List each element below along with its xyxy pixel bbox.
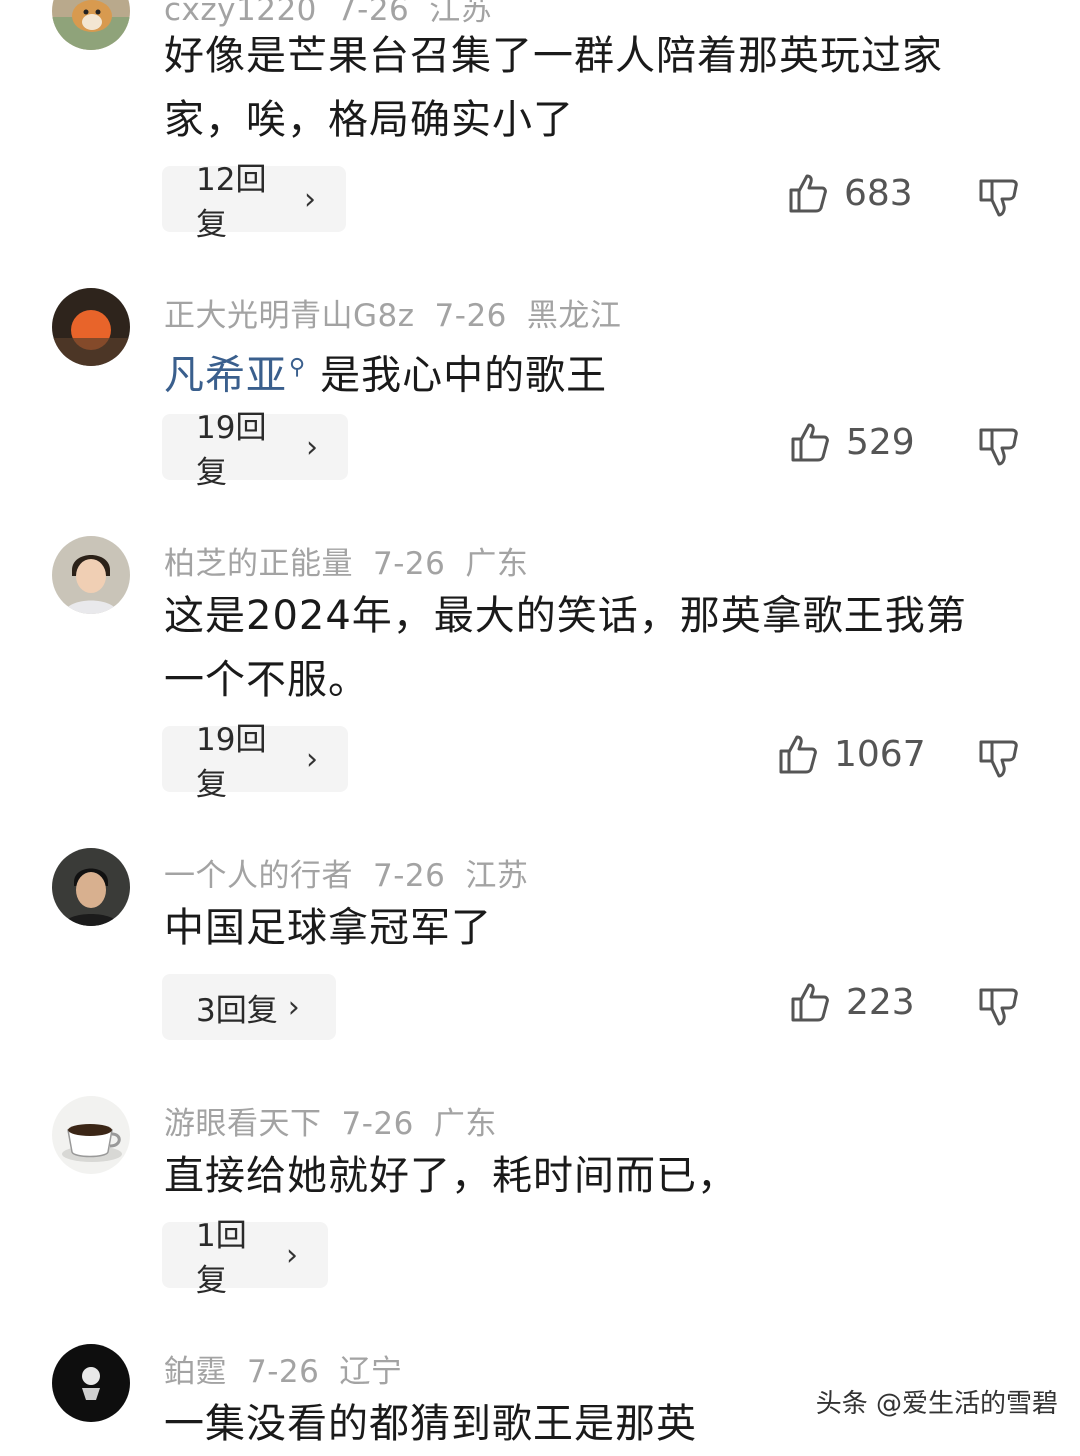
reply-button[interactable]: 1回复 › [162,1218,328,1299]
comment-date: 7-26 [373,858,446,894]
thumbs-down-icon [979,428,1018,466]
reply-button[interactable]: 19回复 › [162,722,348,803]
like-count: 223 [846,981,915,1023]
user-avatar[interactable] [52,536,130,614]
thumbs-up-icon [779,735,817,774]
reply-count: 19回复 [196,410,267,491]
comment-location: 广东 [465,546,529,582]
thumbs-down-icon [979,179,1018,217]
dislike-button[interactable] [978,178,1020,222]
comment-username[interactable]: 柏芝的正能量 [164,546,353,582]
comment-meta: 一个人的行者 7-26 江苏 [164,850,548,895]
comment-meta: 鉑霆 7-26 辽宁 [164,1346,422,1391]
comment-date: 7-26 [434,298,507,334]
comment-meta: 柏芝的正能量 7-26 广东 [164,538,548,583]
dislike-button[interactable] [978,427,1020,471]
comment-username[interactable]: 游眼看天下 [164,1106,322,1142]
comment-text: 这是2024年，最大的笑话，那英拿歌王我第 一个不服。 [164,584,1024,712]
user-avatar[interactable] [52,0,130,50]
comment-text-line: 是我心中的歌王 [320,352,608,399]
comment-text-line: 中国足球拿冠军了 [164,905,492,951]
reply-count: 19回复 [196,722,267,803]
reply-count: 3回复 [196,992,278,1029]
thumbs-up-icon [791,423,829,462]
comment-location: 江苏 [465,858,529,894]
user-avatar[interactable] [52,848,130,926]
like-button[interactable]: 1067 [778,733,926,775]
user-avatar[interactable] [52,1096,130,1174]
like-count: 529 [846,421,915,463]
reply-count: 1回复 [196,1218,247,1299]
comment-date: 7-26 [247,1354,320,1390]
comment-text: 凡希亚⚲ 是我心中的歌王 [164,336,1024,407]
comment-location: 黑龙江 [526,298,622,334]
mention-link[interactable]: 凡希亚 [164,352,287,398]
like-button[interactable]: 223 [790,981,915,1023]
like-button[interactable]: 529 [790,421,915,463]
dislike-button[interactable] [978,739,1020,783]
comment-username[interactable]: 鉑霆 [164,1354,227,1390]
reply-button[interactable]: 12回复 › [162,162,346,243]
comment-text-line: 家，唉，格局确实小了 [164,97,574,143]
comment-username[interactable]: 正大光明青山G8z [164,298,415,334]
comment-location: 辽宁 [339,1354,403,1390]
comment-text: 中国足球拿冠军了 [164,896,1024,960]
chevron-right-icon: › [286,1237,298,1273]
comment-date: 7-26 [373,546,446,582]
comment-meta: 游眼看天下 7-26 广东 [164,1098,517,1143]
watermark: 头条 @爱生活的雪碧 [815,1389,1058,1419]
comment-text-line: 好像是芒果台召集了一群人陪着那英玩过家 [164,33,943,79]
chevron-right-icon: › [287,989,300,1025]
comment-meta: 正大光明青山G8z 7-26 黑龙江 [164,290,641,335]
chevron-right-icon: › [304,181,316,217]
user-avatar[interactable] [52,288,130,366]
comment-text-line: 这是2024年，最大的笑话，那英拿歌王我第 [164,593,967,639]
like-count: 683 [844,172,913,214]
comment-username[interactable]: 一个人的行者 [164,858,353,894]
search-icon[interactable]: ⚲ [289,355,306,380]
chevron-right-icon: › [306,429,318,465]
comment-date: 7-26 [341,1106,414,1142]
thumbs-down-icon [979,740,1018,778]
dislike-button[interactable] [978,987,1020,1031]
comment-text: 好像是芒果台召集了一群人陪着那英玩过家 家，唉，格局确实小了 [164,24,1024,152]
reply-button[interactable]: 19回复 › [162,410,348,491]
comment-location: 广东 [433,1106,497,1142]
comment-text: 直接给她就好了，耗时间而已， [164,1144,1024,1208]
chevron-right-icon: › [306,741,318,777]
reply-button[interactable]: 3回复 › [162,974,336,1040]
thumbs-up-icon [791,983,829,1022]
comment-text-line: 一个不服。 [164,657,369,703]
user-avatar[interactable] [52,1344,130,1422]
reply-count: 12回复 [196,162,267,243]
like-count: 1067 [834,733,926,775]
thumbs-up-icon [789,174,827,213]
like-button[interactable]: 683 [788,172,913,214]
comment-text-line: 直接给她就好了，耗时间而已， [164,1153,738,1199]
thumbs-down-icon [979,988,1018,1026]
